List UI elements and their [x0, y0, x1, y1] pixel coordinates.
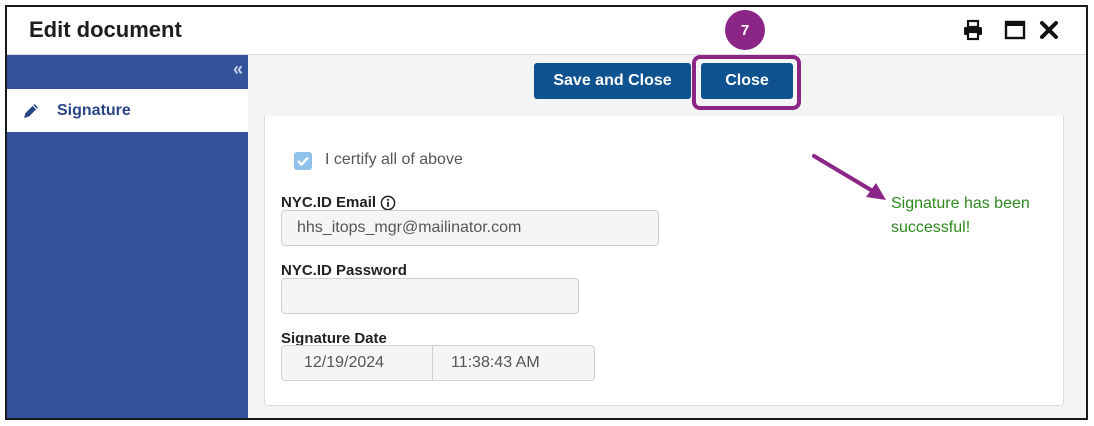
close-icon[interactable]	[1036, 17, 1062, 43]
save-and-close-button[interactable]: Save and Close	[534, 63, 691, 99]
collapse-sidebar-icon[interactable]: «	[233, 59, 243, 80]
signature-time-field[interactable]: 11:38:43 AM	[432, 345, 595, 381]
info-icon[interactable]	[380, 195, 396, 211]
close-button-highlight	[692, 55, 801, 110]
maximize-icon[interactable]	[1002, 17, 1028, 43]
window-title: Edit document	[29, 17, 182, 42]
check-icon	[297, 156, 309, 167]
title-bar: Edit document	[7, 7, 1086, 55]
sidebar-item-signature[interactable]: Signature	[7, 89, 248, 132]
password-label: NYC.ID Password	[281, 262, 407, 279]
certify-label: I certify all of above	[325, 151, 463, 168]
email-label-text: NYC.ID Email	[281, 194, 377, 211]
sidebar-item-label: Signature	[57, 101, 131, 119]
step-badge: 7	[725, 10, 765, 50]
success-message: Signature has been successful!	[891, 195, 1030, 236]
password-field[interactable]	[281, 278, 579, 314]
email-label: NYC.ID Email	[281, 194, 396, 211]
annotation-arrow	[812, 154, 886, 200]
certify-checkbox[interactable]	[294, 152, 312, 170]
printer-icon[interactable]	[960, 17, 986, 43]
sidebar: « Signature	[7, 55, 248, 418]
signature-date-field[interactable]: 12/19/2024	[281, 345, 433, 381]
email-field[interactable]: hhs_itops_mgr@mailinator.com	[281, 210, 659, 246]
pencil-icon	[21, 101, 41, 121]
